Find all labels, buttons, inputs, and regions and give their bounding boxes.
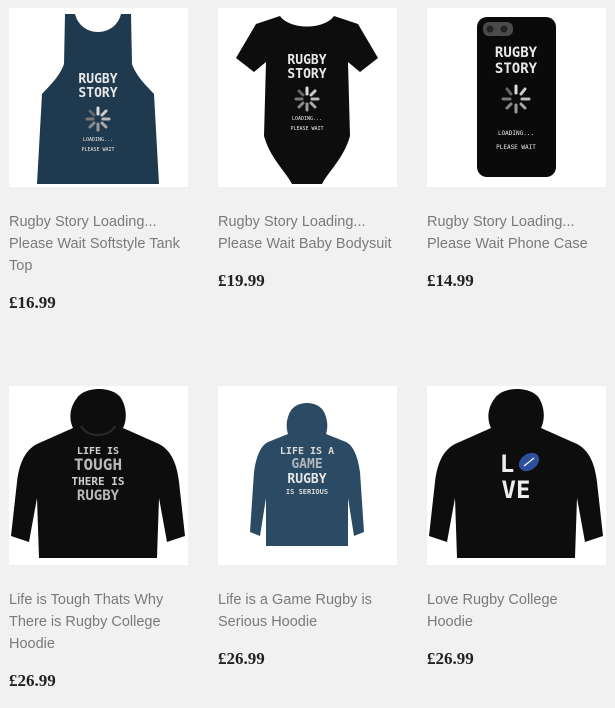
print-line2: GAME bbox=[291, 457, 322, 472]
print-line3: RUGBY bbox=[287, 472, 326, 487]
product-card[interactable]: RUGBY STORY LOADING... PLEASE WAIT Rugby… bbox=[427, 8, 607, 291]
product-image[interactable]: RUGBY STORY LOADING... PLEASE WAIT bbox=[218, 8, 397, 187]
product-card[interactable]: LIFE IS A GAME RUGBY IS SERIOUS Life is … bbox=[218, 386, 398, 669]
product-price: £16.99 bbox=[9, 293, 56, 312]
print-line4: PLEASE WAIT bbox=[81, 147, 114, 153]
print-line1: LIFE IS A bbox=[280, 446, 334, 457]
product-card[interactable]: RUGBY STORY LOADING... PLEASE WAIT Rugby… bbox=[218, 8, 398, 291]
hoodie-image: LIFE IS TOUGH THERE IS RUGBY bbox=[11, 389, 185, 558]
product-card[interactable]: LIFE IS TOUGH THERE IS RUGBY Life is Tou… bbox=[9, 386, 189, 691]
phone-case-image: RUGBY STORY LOADING... PLEASE WAIT bbox=[477, 17, 556, 177]
product-image[interactable]: L VE bbox=[427, 386, 606, 565]
print-line3: LOADING... bbox=[83, 137, 113, 143]
product-price: £26.99 bbox=[9, 671, 56, 690]
tank-top-image: RUGBY STORY LOADING... PLEASE WAIT bbox=[37, 14, 159, 184]
product-title[interactable]: Rugby Story Loading... Please Wait Phone… bbox=[427, 211, 607, 255]
hoodie-image: LIFE IS A GAME RUGBY IS SERIOUS bbox=[250, 403, 364, 546]
print-line1: RUGBY bbox=[287, 53, 326, 68]
print-line2: STORY bbox=[78, 86, 117, 101]
hoodie-image: L VE bbox=[429, 389, 603, 558]
print-line4: RUGBY bbox=[77, 488, 120, 504]
bodysuit-image: RUGBY STORY LOADING... PLEASE WAIT bbox=[236, 16, 378, 184]
product-title[interactable]: Rugby Story Loading... Please Wait Baby … bbox=[218, 211, 398, 255]
product-card[interactable]: RUGBY STORY LOADING... PLEASE WAIT Rugby… bbox=[9, 8, 189, 313]
print-line3: LOADING... bbox=[498, 130, 534, 137]
product-image[interactable]: RUGBY STORY LOADING... PLEASE WAIT bbox=[427, 8, 606, 187]
product-title[interactable]: Rugby Story Loading... Please Wait Softs… bbox=[9, 211, 189, 277]
product-title[interactable]: Life is Tough Thats Why There is Rugby C… bbox=[9, 589, 189, 655]
print-line4: IS SERIOUS bbox=[286, 488, 328, 496]
print-line2: STORY bbox=[495, 61, 538, 77]
print-line3: LOADING... bbox=[292, 116, 322, 122]
product-price: £26.99 bbox=[218, 649, 265, 668]
product-title[interactable]: Love Rugby College Hoodie bbox=[427, 589, 607, 633]
print-line2: STORY bbox=[287, 67, 326, 82]
print-line1: L bbox=[500, 450, 514, 478]
product-title[interactable]: Life is a Game Rugby is Serious Hoodie bbox=[218, 589, 398, 633]
product-price: £26.99 bbox=[427, 649, 474, 668]
print-line2: VE bbox=[502, 476, 531, 504]
product-image[interactable]: RUGBY STORY LOADING... PLEASE WAIT bbox=[9, 8, 188, 187]
product-price: £19.99 bbox=[218, 271, 265, 290]
product-image[interactable]: LIFE IS TOUGH THERE IS RUGBY bbox=[9, 386, 188, 565]
print-line2: TOUGH bbox=[74, 455, 122, 474]
print-line1: RUGBY bbox=[78, 72, 117, 87]
product-card[interactable]: L VE Love Rugby College Hoodie £26.99 bbox=[427, 386, 607, 669]
print-line1: RUGBY bbox=[495, 45, 538, 61]
print-line3: THERE IS bbox=[72, 475, 125, 488]
print-line4: PLEASE WAIT bbox=[496, 144, 536, 151]
product-image[interactable]: LIFE IS A GAME RUGBY IS SERIOUS bbox=[218, 386, 397, 565]
product-price: £14.99 bbox=[427, 271, 474, 290]
print-line4: PLEASE WAIT bbox=[290, 126, 323, 132]
